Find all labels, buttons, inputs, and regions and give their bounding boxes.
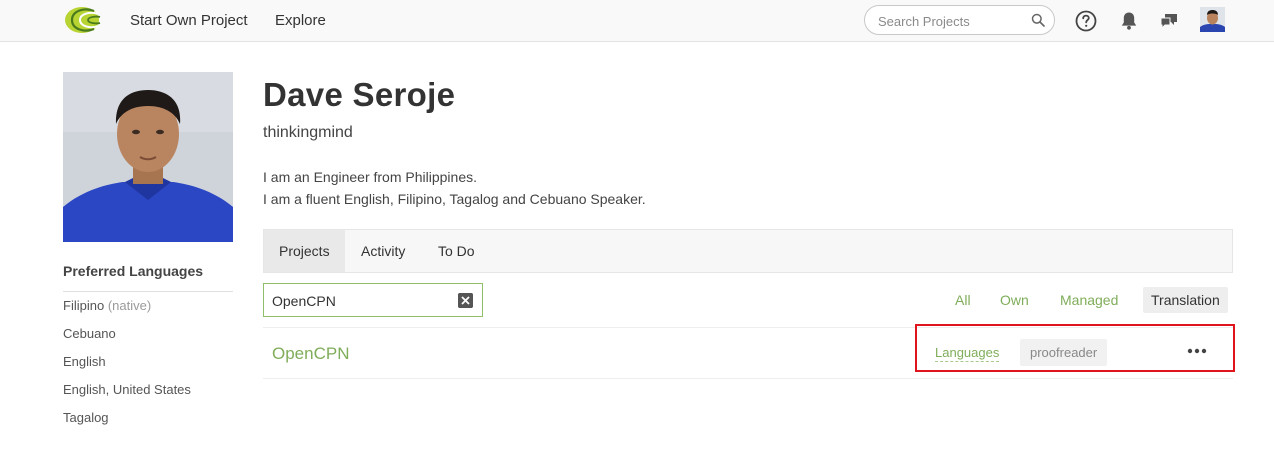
divider <box>63 291 233 292</box>
search-icon[interactable] <box>1031 13 1045 27</box>
top-navbar: Start Own Project Explore <box>0 0 1274 42</box>
filter-all[interactable]: All <box>955 292 971 308</box>
clear-icon[interactable] <box>458 293 473 308</box>
search-projects-box[interactable] <box>864 5 1055 35</box>
notifications-bell-icon[interactable] <box>1117 9 1141 33</box>
preferred-languages-list: Filipino (native) Cebuano English Englis… <box>63 298 191 438</box>
user-full-name: Dave Seroje <box>263 76 456 113</box>
project-filter-input[interactable] <box>272 291 452 310</box>
role-badge: proofreader <box>1020 339 1108 366</box>
tab-to-do[interactable]: To Do <box>423 230 490 272</box>
start-own-project-link[interactable]: Start Own Project <box>130 12 248 29</box>
project-name-link[interactable]: OpenCPN <box>272 344 349 364</box>
filter-translation[interactable]: Translation <box>1143 287 1228 313</box>
tab-projects[interactable]: Projects <box>264 230 345 272</box>
more-options-icon[interactable] <box>1187 347 1207 355</box>
profile-photo <box>63 72 233 242</box>
language-label: Tagalog <box>63 410 109 425</box>
bio-line: I am a fluent English, Filipino, Tagalog… <box>263 191 646 207</box>
bio-line: I am an Engineer from Philippines. <box>263 169 477 185</box>
language-label: English <box>63 354 106 369</box>
explore-link[interactable]: Explore <box>275 12 326 29</box>
preferred-languages-heading: Preferred Languages <box>63 263 204 279</box>
crowdin-logo-icon[interactable] <box>64 5 104 35</box>
list-item: Cebuano <box>63 326 191 354</box>
list-item: Filipino (native) <box>63 298 191 326</box>
user-bio: I am an Engineer from Philippines. I am … <box>263 166 646 210</box>
language-label: Cebuano <box>63 326 116 341</box>
language-label: English, United States <box>63 382 191 397</box>
user-avatar-small[interactable] <box>1200 7 1225 32</box>
list-item: Tagalog <box>63 410 191 438</box>
list-item: English <box>63 354 191 382</box>
tab-activity[interactable]: Activity <box>346 230 420 272</box>
language-label: Filipino <box>63 298 105 313</box>
filter-managed[interactable]: Managed <box>1060 292 1118 308</box>
divider <box>263 378 1233 379</box>
messages-icon[interactable] <box>1157 9 1181 33</box>
user-handle: thinkingmind <box>263 124 353 141</box>
native-note: (native) <box>107 298 152 313</box>
filter-own[interactable]: Own <box>1000 292 1029 308</box>
languages-link[interactable]: Languages <box>935 345 1000 362</box>
list-item: English, United States <box>63 382 191 410</box>
project-filter-box[interactable] <box>263 283 483 317</box>
search-projects-input[interactable] <box>878 12 1028 30</box>
help-icon[interactable] <box>1074 9 1098 33</box>
profile-tabs: Projects Activity To Do <box>263 229 1233 273</box>
